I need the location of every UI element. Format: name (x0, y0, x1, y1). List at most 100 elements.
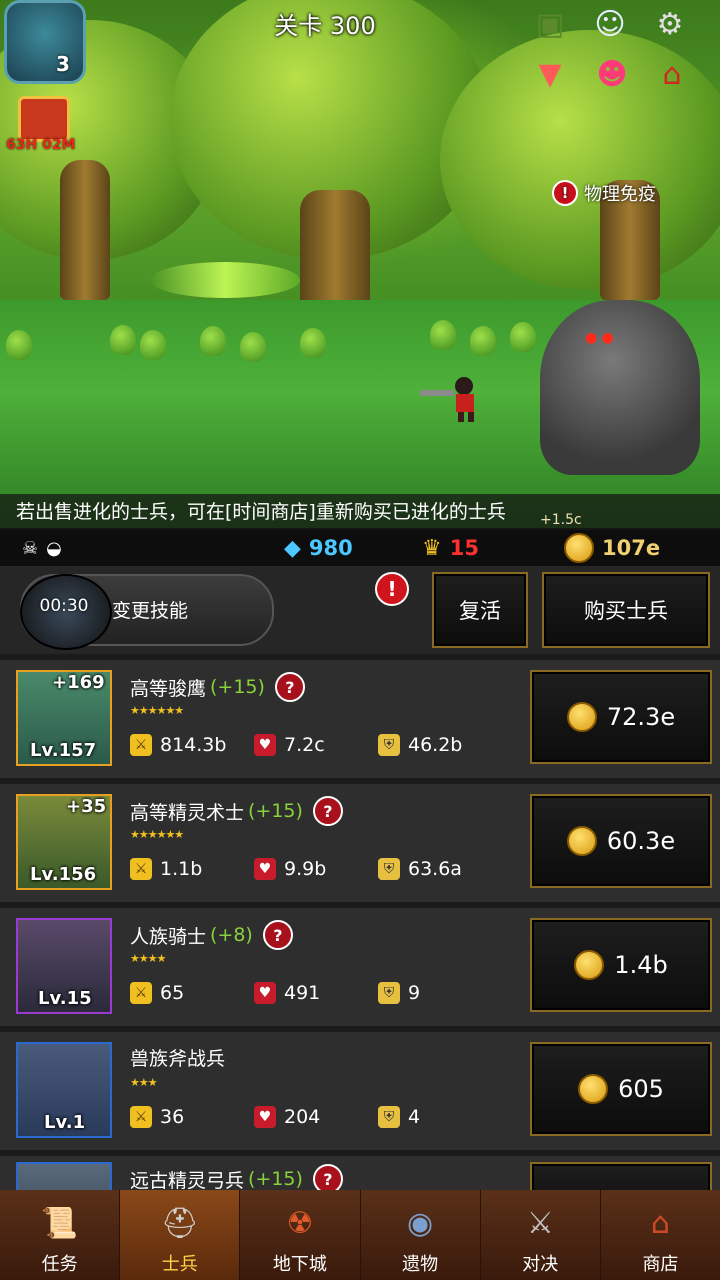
info-icon[interactable]: ? (262, 920, 293, 950)
player-level: 3 (56, 52, 70, 76)
defense-value: 9 (408, 982, 421, 1004)
tab-label: 遗物 (402, 1254, 439, 1275)
soldier-level: Lv.156 (30, 864, 97, 885)
revive-button[interactable]: 复活 (432, 572, 528, 648)
attack-stat: ⚔ 1.1b (130, 858, 254, 880)
soldier-name-text: 高等骏鹰 (130, 677, 207, 700)
soldier-plus: (+8) (210, 924, 253, 946)
health-stat: ♥ 9.9b (254, 858, 378, 880)
stone-golem-boss[interactable] (540, 300, 700, 475)
revive-label: 复活 (459, 599, 501, 623)
upgrade-button[interactable]: 605 (530, 1042, 712, 1136)
soldier-bonus: +169 (52, 672, 105, 693)
info-icon[interactable]: ? (312, 1164, 343, 1190)
gem-icon: ◆ (284, 535, 301, 561)
soldier-row[interactable]: Lv.1 兽族斧战兵 ★★★ ⚔ 36 ♥ 204 ⛨ 4 605 (0, 1032, 720, 1156)
tab-label: 任务 (41, 1254, 78, 1275)
angel-icon[interactable]: ☺ (590, 4, 630, 44)
sword-icon: ⚔ (130, 858, 152, 880)
soldier-portrait[interactable] (16, 1162, 112, 1190)
soldier-name: 兽族斧战兵 (130, 1044, 225, 1071)
defense-stat: ⛨ 4 (378, 1106, 502, 1128)
buy-soldier-label: 购买士兵 (584, 599, 668, 623)
soldier-name: 远古精灵弓兵 (+15) ? (130, 1164, 343, 1190)
soldier-row[interactable]: 远古精灵弓兵 (+15) ? (0, 1156, 720, 1190)
triangle-down-icon[interactable]: ▼ (530, 54, 570, 94)
skull-icon: ☠ (22, 537, 39, 559)
soldier-name: 人族骑士 (+8) ? (130, 920, 293, 950)
tab-soldiers[interactable]: ⛑ 士兵 (120, 1190, 241, 1280)
helmet-icon: ⛑ (160, 1205, 199, 1241)
health-stat: ♥ 7.2c (254, 734, 378, 756)
tab-label: 士兵 (161, 1254, 198, 1275)
medals-counter: ♛ 15 (422, 530, 479, 566)
upgrade-price: 60.3e (606, 827, 676, 855)
gold-counter: 107e (564, 530, 660, 566)
attack-value: 36 (160, 1106, 185, 1128)
gift-icon[interactable] (18, 96, 70, 142)
defense-stat: ⛨ 46.2b (378, 734, 502, 756)
shield-icon: ⛨ (378, 858, 400, 880)
upgrade-price: 72.3e (606, 703, 676, 731)
friends-icons[interactable]: ☠ ◒ (22, 530, 62, 566)
gems-counter: ◆ 980 (284, 530, 353, 566)
gift-timer: 63H 02M (6, 137, 76, 153)
buy-soldier-button[interactable]: 购买士兵 (542, 572, 710, 648)
tab-dungeon[interactable]: ☢ 地下城 (240, 1190, 361, 1280)
info-icon[interactable]: ? (312, 796, 343, 826)
upgrade-button[interactable]: 72.3e (530, 670, 712, 764)
soldier-row[interactable]: Lv.15 人族骑士 (+8) ? ★★★★ ⚔ 65 ♥ 491 ⛨ 9 1.4b (0, 908, 720, 1032)
soldier-level: Lv.1 (44, 1112, 86, 1133)
status-badge-label: 物理免疫 (584, 184, 656, 205)
coin-icon (566, 702, 597, 732)
tab-quests[interactable]: 📜 任务 (0, 1190, 121, 1280)
defense-stat: ⛨ 9 (378, 982, 502, 1004)
shop-icon: ⌂ (650, 1205, 670, 1241)
soldier-level: Lv.15 (38, 988, 92, 1009)
gunner-soldier[interactable] (420, 372, 484, 422)
tip-banner: 若出售进化的士兵，可在[时间商店]重新购买已进化的士兵 (0, 494, 720, 530)
soldier-level: Lv.157 (30, 740, 97, 761)
coin-icon (564, 533, 594, 563)
soldier-plus: (+15) (248, 800, 303, 822)
skill-alert-icon[interactable]: ! (375, 572, 409, 606)
upgrade-button[interactable]: 1.4b (530, 918, 712, 1012)
soldier-row[interactable]: +35 Lv.156 高等精灵术士 (+15) ? ★★★★★★ ⚔ 1.1b ♥… (0, 784, 720, 908)
upgrade-button[interactable]: 60.3e (530, 794, 712, 888)
skill-timer: 00:30 (39, 596, 89, 616)
health-value: 491 (284, 982, 321, 1004)
characters-icon[interactable]: ☻ (592, 54, 632, 94)
orb-icon: ◉ (407, 1205, 434, 1241)
health-value: 9.9b (284, 858, 327, 880)
sword-icon: ⚔ (130, 982, 152, 1004)
scroll-icon: 📜 (40, 1205, 79, 1241)
health-value: 204 (284, 1106, 321, 1128)
alert-icon: ! (552, 180, 578, 206)
attack-stat: ⚔ 814.3b (130, 734, 254, 756)
soldier-row[interactable]: +169 Lv.157 高等骏鹰 (+15) ? ★★★★★★ ⚔ 814.3b … (0, 660, 720, 784)
attack-value: 1.1b (160, 858, 203, 880)
tab-duel[interactable]: ⚔ 对决 (481, 1190, 601, 1280)
tab-relics[interactable]: ◉ 遗物 (361, 1190, 481, 1280)
upgrade-button[interactable] (530, 1162, 712, 1190)
coin-icon (578, 1074, 609, 1104)
tab-shop[interactable]: ⌂ 商店 (601, 1190, 720, 1280)
house-icon[interactable]: ⌂ (652, 54, 692, 94)
health-stat: ♥ 491 (254, 982, 378, 1004)
attack-effect (150, 262, 300, 298)
coin-icon (566, 826, 597, 856)
settings-icon[interactable]: ⚙ (650, 4, 690, 44)
soldier-stars: ★★★★ (130, 952, 166, 965)
soldier-name-text: 高等精灵术士 (130, 801, 245, 824)
soldier-bonus: +35 (66, 796, 107, 817)
box-icon[interactable]: ▣ (530, 4, 570, 44)
info-icon[interactable]: ? (274, 672, 305, 702)
helmet-mini-icon: ◒ (46, 537, 62, 559)
coin-icon (574, 950, 605, 980)
swords-icon: ⚔ (526, 1205, 554, 1241)
tab-label: 商店 (642, 1254, 679, 1275)
defense-value: 63.6a (408, 858, 462, 880)
attack-value: 814.3b (160, 734, 227, 756)
gems-value: 980 (308, 536, 353, 560)
soldier-stars: ★★★★★★ (130, 704, 184, 717)
